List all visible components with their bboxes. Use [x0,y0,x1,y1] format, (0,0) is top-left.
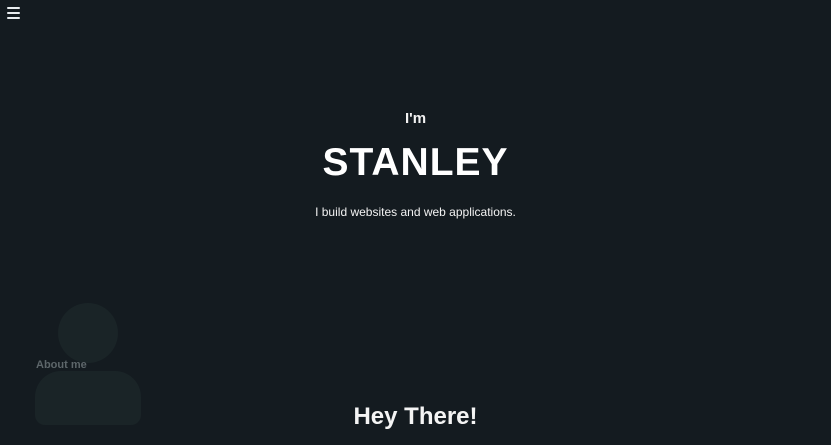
hamburger-icon[interactable] [6,3,22,21]
hero-intro: I'm [404,110,427,127]
user-icon-head [58,303,118,363]
hamburger-line [7,7,20,9]
hamburger-line [7,17,20,19]
hamburger-line [7,12,20,14]
hero-tagline: I build websites and web applications. [315,205,516,219]
section-heading: Hey There! [353,403,478,430]
about-me-link[interactable]: About me [36,359,87,371]
page: I'm STANLEY I build websites and web app… [0,0,831,445]
hero-name: STANLEY [322,141,509,184]
